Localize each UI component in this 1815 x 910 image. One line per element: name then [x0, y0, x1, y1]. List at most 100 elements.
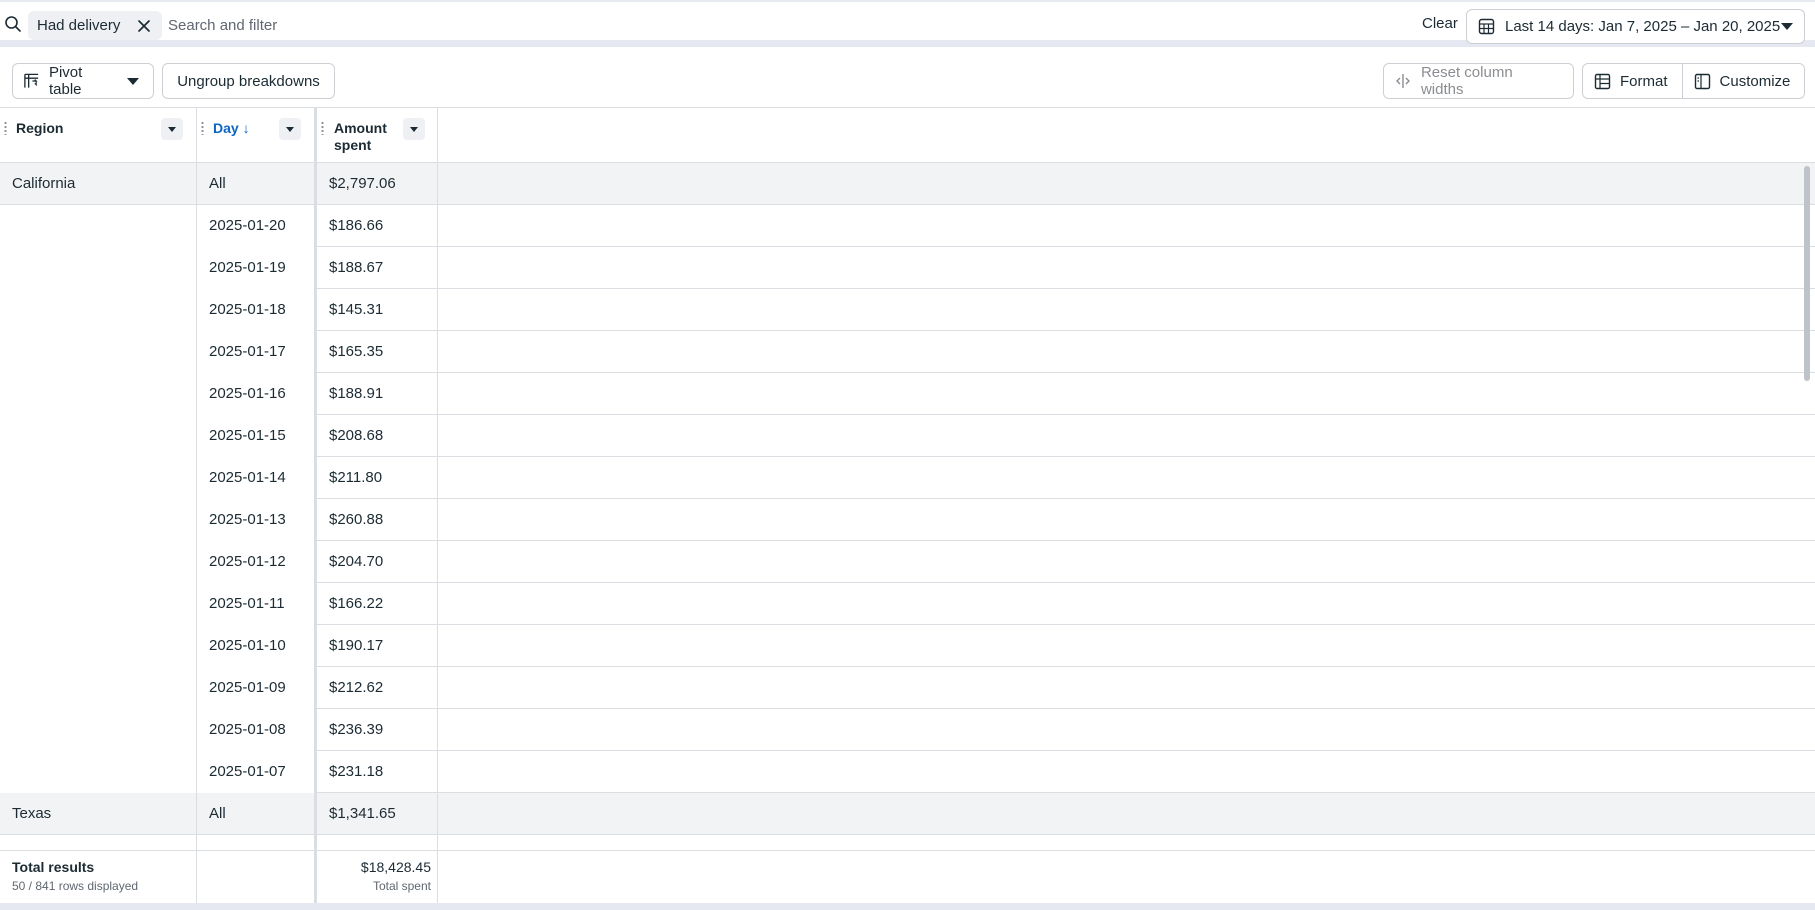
date-range-picker[interactable]: Last 14 days: Jan 7, 2025 – Jan 20, 2025 — [1466, 9, 1805, 44]
ungroup-breakdowns-label: Ungroup breakdowns — [177, 72, 320, 90]
table-row[interactable]: 2025-01-10 $190.17 — [0, 625, 1815, 667]
amount-cell: $211.80 — [317, 457, 438, 499]
amount-cell: $190.17 — [317, 625, 438, 667]
table-row[interactable]: 2025-01-15 $208.68 — [0, 415, 1815, 457]
drag-handle-icon[interactable] — [4, 121, 7, 135]
customize-button[interactable]: Customize — [1681, 64, 1805, 98]
region-cell — [0, 373, 197, 415]
caret-down-icon — [168, 126, 176, 132]
table-row[interactable]: 2025-01-08 $236.39 — [0, 709, 1815, 751]
table-row[interactable]: 2025-01-17 $165.35 — [0, 331, 1815, 373]
amount-cell: $188.91 — [317, 373, 438, 415]
table-row[interactable]: 2025-01-14 $211.80 — [0, 457, 1815, 499]
format-label: Format — [1620, 72, 1668, 90]
table-row[interactable]: 2025-01-09 $212.62 — [0, 667, 1815, 709]
ungroup-breakdowns-button[interactable]: Ungroup breakdowns — [162, 63, 335, 99]
region-cell — [0, 205, 197, 247]
drag-handle-icon[interactable] — [201, 121, 204, 135]
format-table-icon — [1594, 73, 1611, 89]
table-row[interactable] — [0, 835, 1815, 850]
column-menu-button[interactable] — [279, 118, 301, 140]
table-row[interactable]: 2025-01-12 $204.70 — [0, 541, 1815, 583]
day-cell: 2025-01-20 — [197, 205, 317, 247]
table-toolbar: Pivot table Ungroup breakdowns Reset col… — [0, 54, 1815, 107]
filter-chip-had-delivery[interactable]: Had delivery — [28, 11, 163, 40]
pivot-table: Region Day ↓ Amount spent California All $2… — [0, 107, 1815, 850]
format-button[interactable]: Format — [1583, 64, 1682, 98]
table-row[interactable]: 2025-01-19 $188.67 — [0, 247, 1815, 289]
day-cell: All — [197, 163, 317, 205]
column-menu-button[interactable] — [403, 118, 425, 140]
rows-displayed-count: 50 / 841 rows displayed — [12, 879, 139, 893]
search-icon[interactable] — [4, 15, 22, 33]
customize-label: Customize — [1719, 72, 1791, 90]
vertical-scrollbar[interactable] — [1804, 166, 1810, 381]
day-cell: 2025-01-10 — [197, 625, 317, 667]
caret-down-icon — [286, 126, 294, 132]
table-header: Region Day ↓ Amount spent — [0, 108, 1815, 163]
amount-cell: $1,341.65 — [317, 793, 438, 835]
day-cell: 2025-01-09 — [197, 667, 317, 709]
reset-column-widths-button[interactable]: Reset column widths — [1383, 63, 1574, 99]
day-cell: 2025-01-15 — [197, 415, 317, 457]
chevron-down-icon — [127, 77, 139, 85]
day-cell: 2025-01-07 — [197, 751, 317, 793]
amount-cell: $260.88 — [317, 499, 438, 541]
table-row-group-total[interactable]: California All $2,797.06 — [0, 163, 1815, 205]
region-cell — [0, 331, 197, 373]
column-header-label-line2: spent — [334, 137, 372, 153]
column-header-region[interactable]: Region — [0, 108, 197, 163]
table-row[interactable]: 2025-01-11 $166.22 — [0, 583, 1815, 625]
amount-cell: $204.70 — [317, 541, 438, 583]
region-cell — [0, 625, 197, 667]
column-header-day[interactable]: Day ↓ — [197, 108, 317, 163]
table-row-group-total[interactable]: Texas All $1,341.65 — [0, 793, 1815, 835]
table-row[interactable]: 2025-01-16 $188.91 — [0, 373, 1815, 415]
region-cell: California — [0, 163, 197, 205]
reset-column-widths-label: Reset column widths — [1420, 64, 1513, 98]
table-row[interactable]: 2025-01-18 $145.31 — [0, 289, 1815, 331]
table-footer: Total results 50 / 841 rows displayed $1… — [0, 850, 1815, 904]
region-cell — [0, 499, 197, 541]
table-row[interactable]: 2025-01-20 $186.66 — [0, 205, 1815, 247]
amount-cell: $188.67 — [317, 247, 438, 289]
region-cell — [0, 247, 197, 289]
day-cell: 2025-01-18 — [197, 289, 317, 331]
footer-summary: Total results 50 / 841 rows displayed — [0, 851, 197, 904]
region-cell — [0, 583, 197, 625]
clear-button[interactable]: Clear — [1422, 15, 1458, 32]
pivot-table-button[interactable]: Pivot table — [12, 63, 154, 99]
chevron-down-icon — [1781, 23, 1793, 30]
day-cell: All — [197, 793, 317, 835]
amount-cell: $166.22 — [317, 583, 438, 625]
total-spent-value: $18,428.45 — [360, 859, 431, 875]
search-input[interactable] — [168, 12, 668, 38]
amount-cell: $236.39 — [317, 709, 438, 751]
day-cell: 2025-01-12 — [197, 541, 317, 583]
region-cell — [0, 457, 197, 499]
column-menu-button[interactable] — [161, 118, 183, 140]
region-cell — [0, 835, 197, 850]
column-header-label-line1: Amount — [334, 120, 387, 136]
amount-cell: $145.31 — [317, 289, 438, 331]
close-icon[interactable] — [136, 18, 152, 34]
footer-amount-cell: $18,428.45 Total spent — [317, 851, 438, 904]
table-row[interactable]: 2025-01-13 $260.88 — [0, 499, 1815, 541]
table-row[interactable]: 2025-01-07 $231.18 — [0, 751, 1815, 793]
day-cell: 2025-01-13 — [197, 499, 317, 541]
region-cell — [0, 289, 197, 331]
amount-cell: $165.35 — [317, 331, 438, 373]
region-cell — [0, 751, 197, 793]
amount-cell: $208.68 — [317, 415, 438, 457]
region-cell — [0, 415, 197, 457]
filter-bar: Had delivery Clear Last 14 days: Jan 7, … — [0, 0, 1815, 47]
day-cell: 2025-01-11 — [197, 583, 317, 625]
day-cell: 2025-01-19 — [197, 247, 317, 289]
drag-handle-icon[interactable] — [321, 121, 324, 135]
column-header-amount-spent[interactable]: Amount spent — [317, 108, 438, 163]
table-body: California All $2,797.06 2025-01-20 $186.66 2… — [0, 163, 1815, 850]
date-range-label: Last 14 days: Jan 7, 2025 – Jan 20, 2025 — [1505, 18, 1781, 35]
filter-chip-label: Had delivery — [37, 17, 121, 34]
day-cell — [197, 835, 317, 850]
amount-cell: $231.18 — [317, 751, 438, 793]
